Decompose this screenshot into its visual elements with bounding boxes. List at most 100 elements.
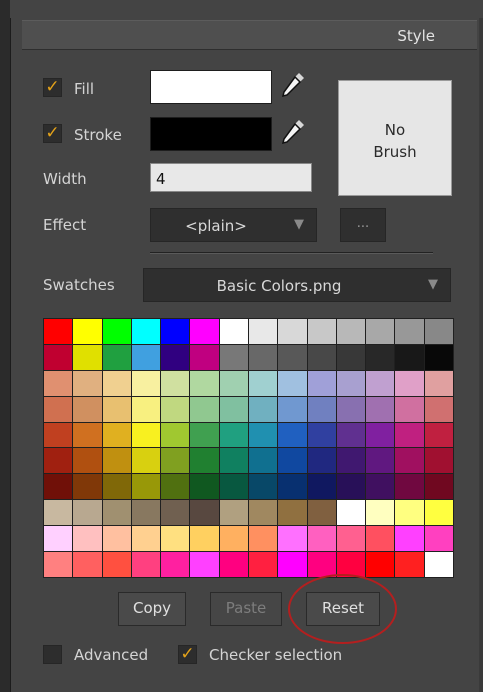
- swatch-cell[interactable]: [44, 344, 73, 370]
- swatch-cell[interactable]: [336, 319, 366, 344]
- swatch-cell[interactable]: [278, 448, 307, 474]
- swatch-cell[interactable]: [44, 396, 73, 422]
- swatch-cell[interactable]: [249, 319, 278, 344]
- swatch-cell[interactable]: [336, 422, 366, 448]
- swatch-cell[interactable]: [44, 552, 73, 577]
- swatch-cell[interactable]: [424, 474, 453, 500]
- swatch-cell[interactable]: [307, 370, 336, 396]
- swatch-cell[interactable]: [161, 552, 190, 577]
- swatch-cell[interactable]: [73, 344, 102, 370]
- swatch-cell[interactable]: [424, 319, 453, 344]
- swatch-cell[interactable]: [102, 526, 131, 552]
- swatch-cell[interactable]: [161, 474, 190, 500]
- swatch-cell[interactable]: [44, 422, 73, 448]
- swatch-cell[interactable]: [131, 422, 161, 448]
- swatch-cell[interactable]: [102, 552, 131, 577]
- swatch-cell[interactable]: [190, 448, 219, 474]
- swatch-cell[interactable]: [161, 344, 190, 370]
- swatch-cell[interactable]: [366, 422, 395, 448]
- swatch-cell[interactable]: [249, 370, 278, 396]
- swatch-cell[interactable]: [424, 344, 453, 370]
- swatch-cell[interactable]: [424, 500, 453, 526]
- swatch-cell[interactable]: [278, 500, 307, 526]
- swatch-cell[interactable]: [44, 448, 73, 474]
- swatch-cell[interactable]: [190, 344, 219, 370]
- swatch-cell[interactable]: [44, 370, 73, 396]
- stroke-eyedropper-icon[interactable]: [279, 117, 307, 147]
- advanced-checkbox[interactable]: [43, 645, 62, 664]
- swatch-cell[interactable]: [73, 448, 102, 474]
- swatch-cell[interactable]: [395, 319, 424, 344]
- swatch-cell[interactable]: [161, 396, 190, 422]
- swatch-cell[interactable]: [366, 474, 395, 500]
- swatch-cell[interactable]: [131, 319, 161, 344]
- swatch-cell[interactable]: [219, 552, 248, 577]
- swatch-cell[interactable]: [44, 500, 73, 526]
- swatch-cell[interactable]: [307, 396, 336, 422]
- swatch-cell[interactable]: [395, 448, 424, 474]
- swatch-cell[interactable]: [161, 500, 190, 526]
- swatch-cell[interactable]: [161, 526, 190, 552]
- swatch-cell[interactable]: [424, 552, 453, 577]
- swatch-grid[interactable]: [43, 318, 454, 578]
- swatch-cell[interactable]: [131, 474, 161, 500]
- swatch-cell[interactable]: [424, 396, 453, 422]
- swatch-cell[interactable]: [73, 552, 102, 577]
- swatch-cell[interactable]: [102, 396, 131, 422]
- swatch-cell[interactable]: [395, 422, 424, 448]
- paste-button[interactable]: Paste: [210, 592, 282, 626]
- swatch-cell[interactable]: [366, 319, 395, 344]
- swatch-cell[interactable]: [307, 526, 336, 552]
- swatch-cell[interactable]: [278, 422, 307, 448]
- swatch-cell[interactable]: [131, 500, 161, 526]
- width-input[interactable]: 4: [150, 163, 312, 192]
- swatch-cell[interactable]: [366, 396, 395, 422]
- swatch-cell[interactable]: [73, 422, 102, 448]
- swatch-cell[interactable]: [249, 422, 278, 448]
- swatch-cell[interactable]: [73, 396, 102, 422]
- swatch-cell[interactable]: [278, 370, 307, 396]
- swatch-cell[interactable]: [366, 500, 395, 526]
- swatch-cell[interactable]: [307, 344, 336, 370]
- checker-selection-checkbox[interactable]: ✓: [178, 645, 197, 664]
- swatch-cell[interactable]: [395, 552, 424, 577]
- swatch-cell[interactable]: [336, 526, 366, 552]
- swatch-cell[interactable]: [190, 526, 219, 552]
- swatch-cell[interactable]: [44, 474, 73, 500]
- swatch-cell[interactable]: [336, 448, 366, 474]
- swatch-cell[interactable]: [219, 396, 248, 422]
- swatch-cell[interactable]: [219, 319, 248, 344]
- swatch-cell[interactable]: [131, 448, 161, 474]
- swatch-cell[interactable]: [102, 474, 131, 500]
- swatch-cell[interactable]: [278, 526, 307, 552]
- swatch-cell[interactable]: [219, 422, 248, 448]
- swatch-cell[interactable]: [424, 448, 453, 474]
- swatch-cell[interactable]: [366, 344, 395, 370]
- swatch-cell[interactable]: [307, 422, 336, 448]
- swatch-cell[interactable]: [73, 526, 102, 552]
- swatch-cell[interactable]: [190, 319, 219, 344]
- swatch-cell[interactable]: [44, 319, 73, 344]
- swatch-cell[interactable]: [73, 474, 102, 500]
- swatch-cell[interactable]: [336, 474, 366, 500]
- swatch-cell[interactable]: [278, 344, 307, 370]
- swatch-cell[interactable]: [395, 500, 424, 526]
- swatch-cell[interactable]: [190, 370, 219, 396]
- swatch-cell[interactable]: [249, 552, 278, 577]
- effect-more-button[interactable]: ...: [340, 208, 386, 242]
- swatch-cell[interactable]: [102, 500, 131, 526]
- swatch-cell[interactable]: [395, 370, 424, 396]
- fill-color-swatch[interactable]: [150, 70, 272, 104]
- swatch-cell[interactable]: [219, 526, 248, 552]
- swatch-cell[interactable]: [190, 422, 219, 448]
- swatch-cell[interactable]: [424, 526, 453, 552]
- swatch-cell[interactable]: [102, 370, 131, 396]
- swatch-cell[interactable]: [219, 474, 248, 500]
- swatch-cell[interactable]: [190, 396, 219, 422]
- swatch-cell[interactable]: [190, 552, 219, 577]
- swatch-cell[interactable]: [102, 319, 131, 344]
- swatch-cell[interactable]: [278, 474, 307, 500]
- swatch-cell[interactable]: [395, 344, 424, 370]
- stroke-color-swatch[interactable]: [150, 117, 272, 151]
- swatch-cell[interactable]: [219, 344, 248, 370]
